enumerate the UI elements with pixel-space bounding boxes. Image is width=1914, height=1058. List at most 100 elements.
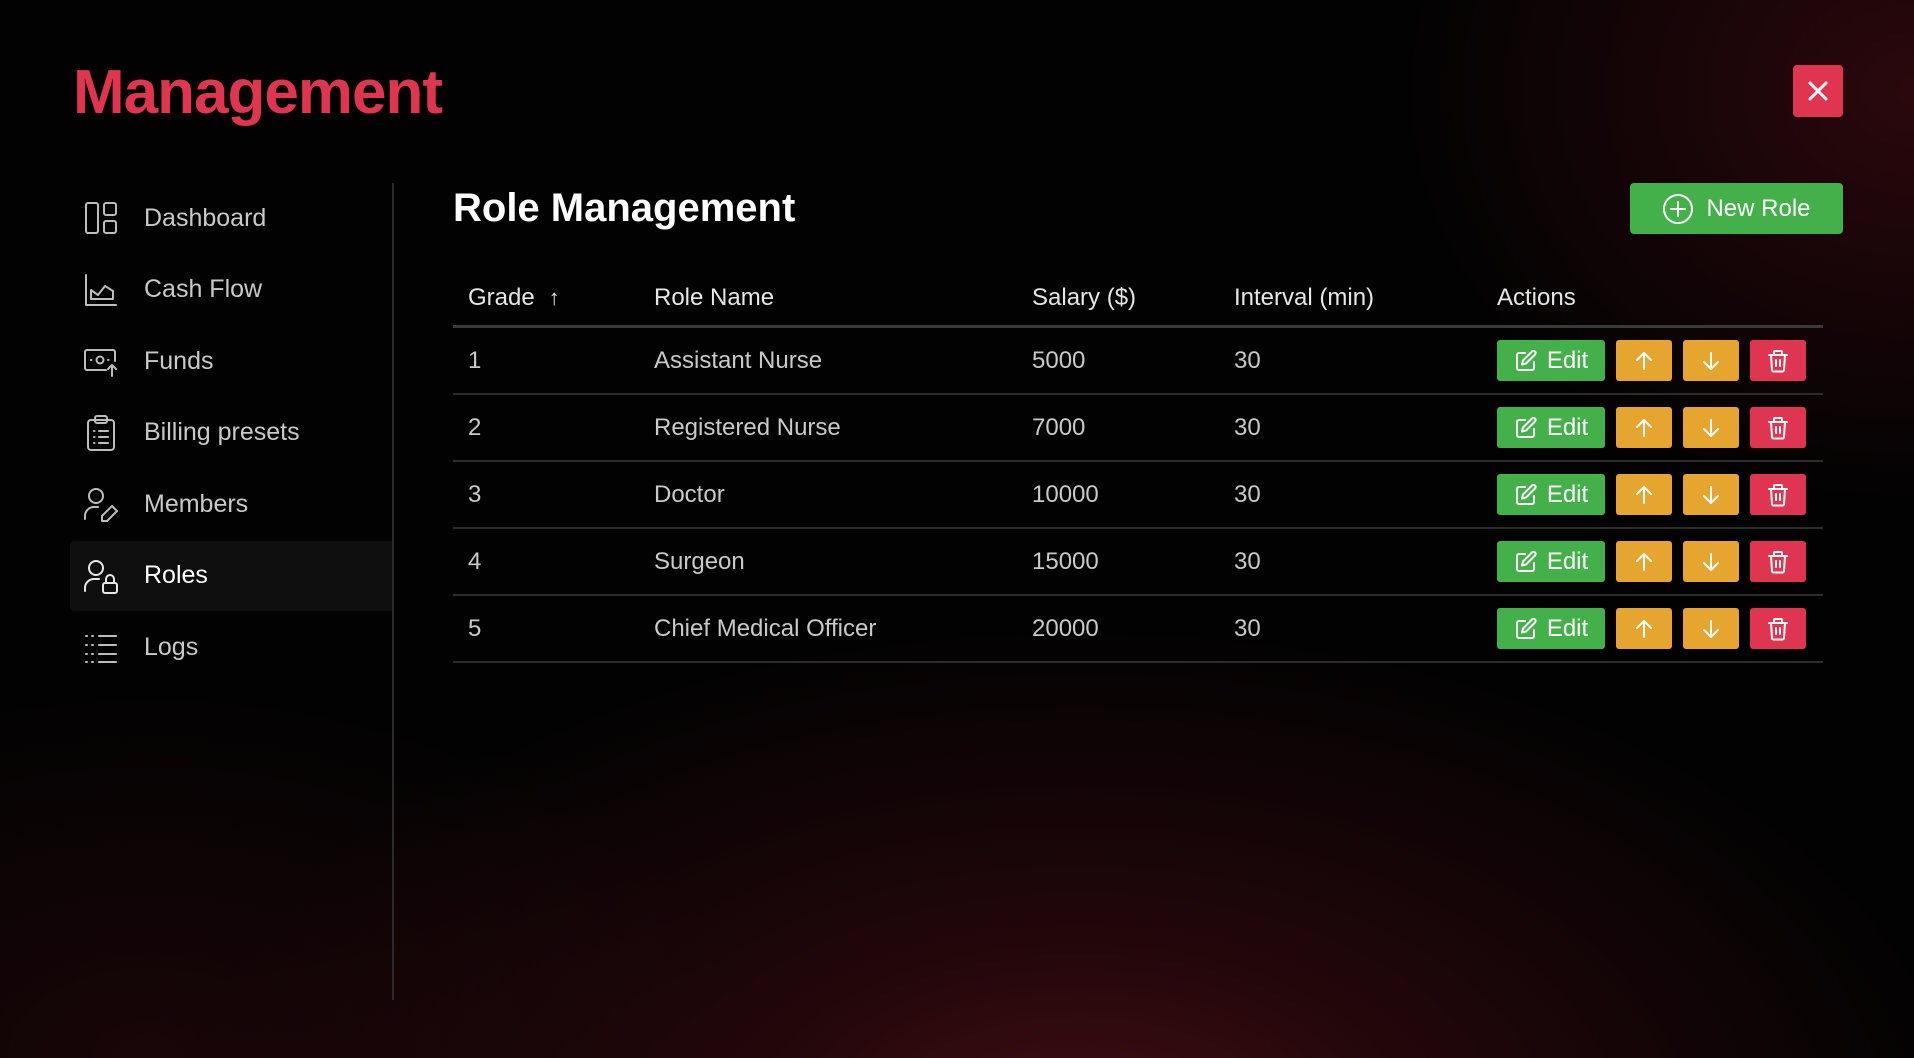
- sort-ascending-icon: ↑: [548, 284, 560, 310]
- plus-circle-icon: [1663, 193, 1694, 224]
- sidebar-item-label: Logs: [144, 632, 199, 661]
- edit-button[interactable]: Edit: [1497, 340, 1605, 381]
- trash-icon: [1768, 483, 1788, 506]
- delete-button[interactable]: [1750, 474, 1806, 515]
- cell-interval: 30: [1219, 326, 1482, 395]
- management-window: Management Dashboard Cash Flow Funds Bil…: [0, 0, 1914, 1058]
- delete-button[interactable]: [1750, 407, 1806, 448]
- cell-salary: 20000: [1017, 595, 1219, 663]
- cell-actions: Edit: [1482, 595, 1823, 663]
- page-title: Role Management: [453, 186, 796, 230]
- sidebar-item-members[interactable]: Members: [70, 469, 392, 539]
- edit-button[interactable]: Edit: [1497, 474, 1605, 515]
- column-header-salary[interactable]: Salary ($): [1017, 270, 1219, 328]
- arrow-down-icon: [1703, 552, 1719, 571]
- user-lock-icon: [82, 557, 120, 595]
- money-icon: [82, 342, 120, 380]
- sidebar-item-funds[interactable]: Funds: [70, 326, 392, 396]
- column-header-grade[interactable]: Grade ↑: [453, 270, 639, 328]
- close-button[interactable]: [1793, 65, 1843, 117]
- edit-icon: [1515, 416, 1537, 438]
- delete-button[interactable]: [1750, 340, 1806, 381]
- edit-button[interactable]: Edit: [1497, 407, 1605, 448]
- cell-role-name: Surgeon: [639, 528, 1017, 596]
- arrow-down-icon: [1703, 351, 1719, 370]
- cell-role-name: Chief Medical Officer: [639, 595, 1017, 663]
- sidebar-item-dashboard[interactable]: Dashboard: [70, 183, 392, 253]
- edit-label: Edit: [1546, 547, 1589, 575]
- arrow-up-icon: [1636, 619, 1652, 638]
- move-down-button[interactable]: [1683, 340, 1739, 381]
- sidebar-item-label: Billing presets: [144, 418, 300, 446]
- delete-button[interactable]: [1750, 608, 1806, 649]
- move-up-button[interactable]: [1616, 340, 1672, 381]
- cell-actions: Edit: [1482, 461, 1823, 529]
- arrow-up-icon: [1636, 485, 1652, 504]
- sidebar-item-logs[interactable]: Logs: [70, 612, 392, 682]
- cell-actions: Edit: [1482, 394, 1823, 462]
- cell-interval: 30: [1219, 394, 1482, 462]
- user-edit-icon: [82, 485, 120, 523]
- sidebar-item-billing-presets[interactable]: Billing presets: [70, 398, 392, 468]
- sidebar-item-label: Funds: [144, 346, 214, 375]
- sidebar-item-roles[interactable]: Roles: [70, 540, 392, 611]
- cell-salary: 7000: [1017, 394, 1219, 462]
- trash-icon: [1768, 349, 1788, 372]
- move-up-button[interactable]: [1616, 541, 1672, 582]
- edit-label: Edit: [1546, 480, 1589, 508]
- sidebar-item-label: Roles: [144, 561, 208, 589]
- move-down-button[interactable]: [1683, 407, 1739, 448]
- cell-interval: 30: [1219, 595, 1482, 663]
- chart-icon: [82, 271, 120, 309]
- sidebar-item-label: Dashboard: [144, 203, 267, 232]
- cell-role-name: Assistant Nurse: [639, 326, 1017, 395]
- column-header-role-name[interactable]: Role Name: [639, 270, 1017, 328]
- cell-grade: 5: [453, 595, 639, 663]
- trash-icon: [1768, 550, 1788, 573]
- arrow-up-icon: [1636, 418, 1652, 437]
- move-down-button[interactable]: [1683, 474, 1739, 515]
- row-actions: Edit: [1497, 474, 1823, 515]
- arrow-down-icon: [1703, 418, 1719, 437]
- row-actions: Edit: [1497, 608, 1823, 649]
- trash-icon: [1768, 416, 1788, 439]
- move-up-button[interactable]: [1616, 608, 1672, 649]
- column-header-interval[interactable]: Interval (min): [1219, 270, 1482, 328]
- cell-grade: 4: [453, 528, 639, 596]
- close-icon: [1808, 81, 1828, 101]
- delete-button[interactable]: [1750, 541, 1806, 582]
- edit-button[interactable]: Edit: [1497, 608, 1605, 649]
- cell-role-name: Doctor: [639, 461, 1017, 529]
- row-actions: Edit: [1497, 340, 1823, 381]
- cell-interval: 30: [1219, 461, 1482, 529]
- sidebar: Dashboard Cash Flow Funds Billing preset…: [70, 183, 394, 1000]
- new-role-button[interactable]: New Role: [1630, 183, 1843, 234]
- cell-grade: 2: [453, 394, 639, 462]
- move-up-button[interactable]: [1616, 474, 1672, 515]
- sidebar-item-cash-flow[interactable]: Cash Flow: [70, 255, 392, 325]
- new-role-label: New Role: [1706, 194, 1811, 222]
- cell-salary: 5000: [1017, 326, 1219, 395]
- sidebar-item-label: Members: [144, 489, 249, 518]
- table-row: 3 Doctor 10000 30 Edit: [453, 461, 1823, 529]
- move-down-button[interactable]: [1683, 541, 1739, 582]
- sidebar-item-label: Cash Flow: [144, 275, 263, 303]
- clipboard-icon: [82, 414, 120, 452]
- edit-icon: [1515, 550, 1537, 572]
- edit-icon: [1515, 617, 1537, 639]
- table-row: 1 Assistant Nurse 5000 30 Edit: [453, 326, 1823, 395]
- cell-actions: Edit: [1482, 326, 1823, 395]
- cell-interval: 30: [1219, 528, 1482, 596]
- arrow-up-icon: [1636, 552, 1652, 571]
- cell-salary: 15000: [1017, 528, 1219, 596]
- list-icon: [82, 628, 120, 666]
- dashboard-icon: [82, 199, 120, 237]
- column-header-actions: Actions: [1482, 270, 1823, 328]
- edit-label: Edit: [1546, 346, 1589, 374]
- row-actions: Edit: [1497, 541, 1823, 582]
- edit-icon: [1515, 349, 1537, 371]
- cell-actions: Edit: [1482, 528, 1823, 596]
- move-up-button[interactable]: [1616, 407, 1672, 448]
- move-down-button[interactable]: [1683, 608, 1739, 649]
- edit-button[interactable]: Edit: [1497, 541, 1605, 582]
